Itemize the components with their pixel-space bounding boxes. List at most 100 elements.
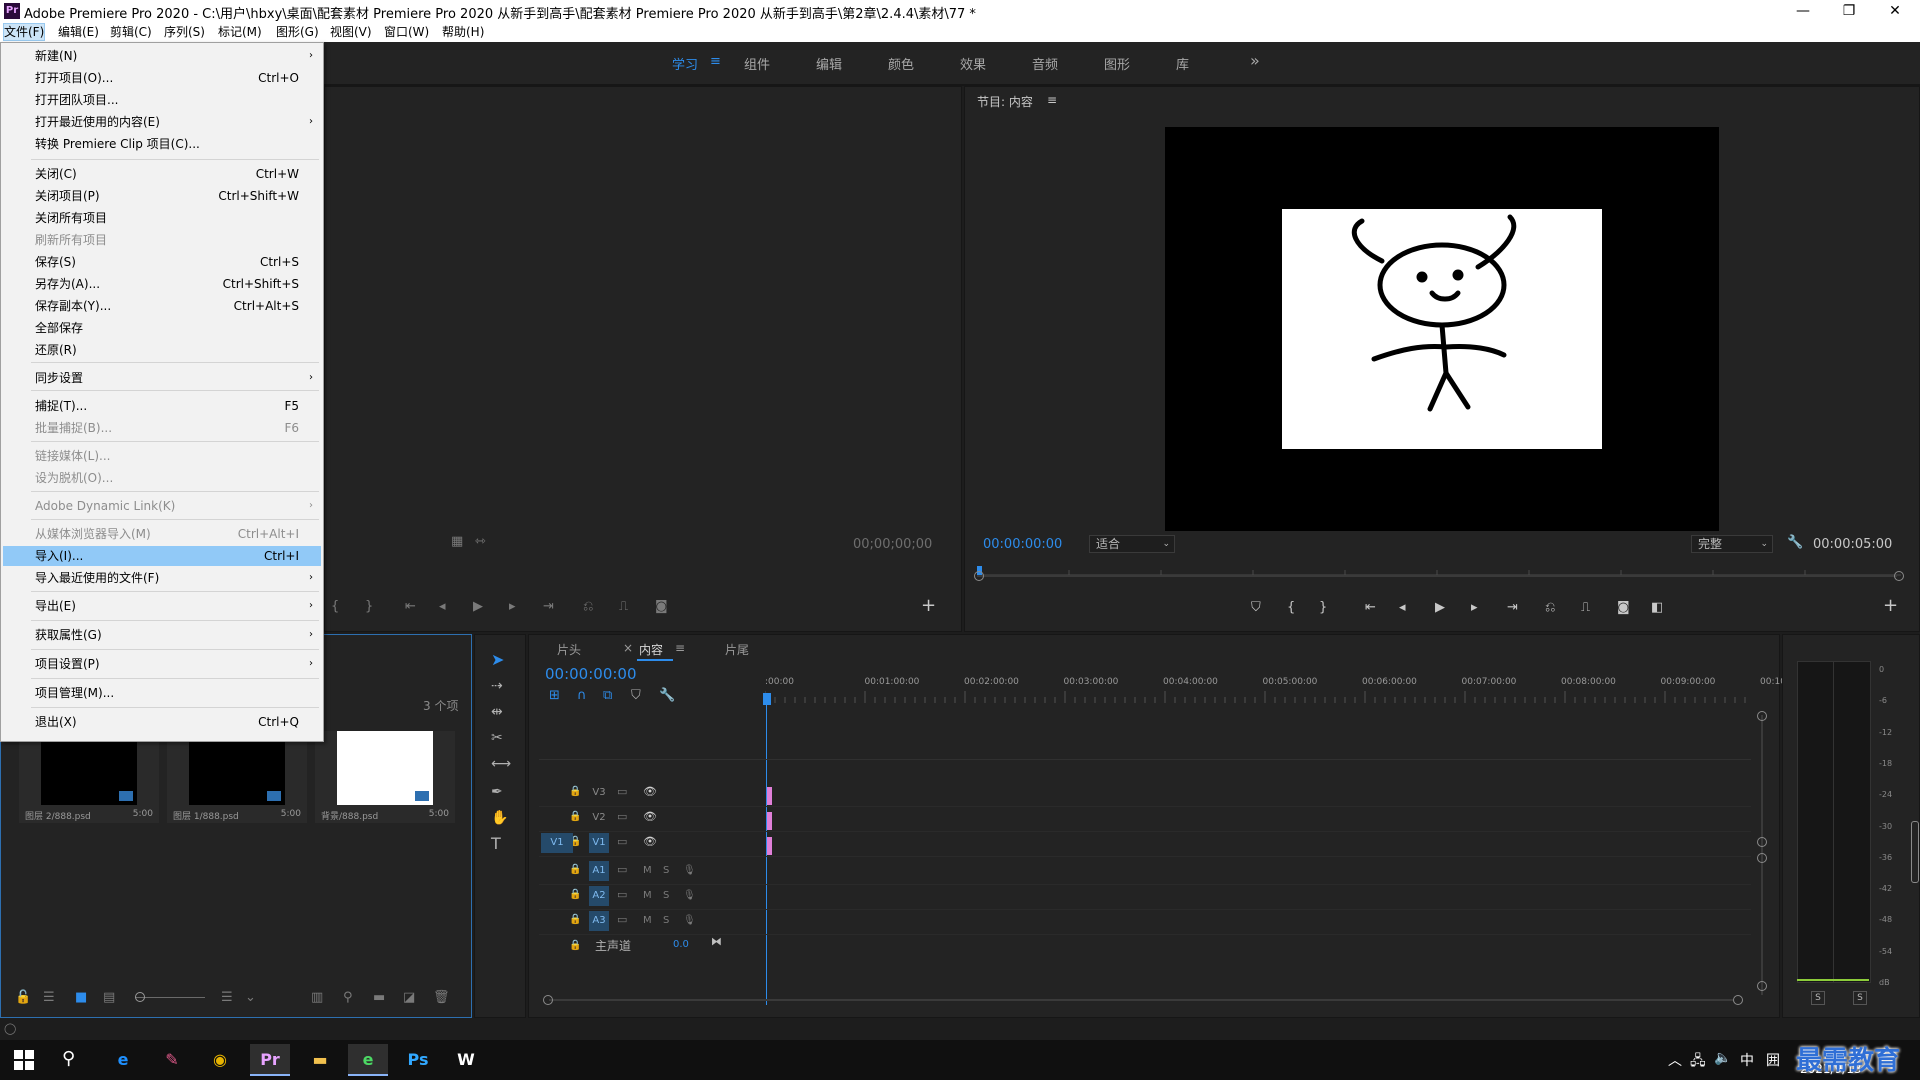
taskbar-app-browser2-icon[interactable]: e — [348, 1044, 388, 1076]
chevron-down-icon[interactable]: ⌄ — [245, 991, 256, 1005]
zoom-slider[interactable] — [135, 997, 205, 998]
extract-icon[interactable]: ⎍ — [1581, 601, 1590, 615]
trash-icon[interactable]: 🗑 — [433, 991, 450, 1005]
taskbar-app-word-icon[interactable]: W — [446, 1044, 486, 1076]
timeline-horizontal-scrollbar[interactable] — [549, 999, 1733, 1001]
file-menu-item-21[interactable]: 导入(I)... Ctrl+I — [3, 546, 321, 566]
microphone-icon[interactable]: 🎙 — [683, 889, 696, 903]
search-icon[interactable]: ⚲ — [62, 1048, 75, 1069]
eye-icon[interactable]: 👁 — [643, 810, 657, 824]
solo-button[interactable]: S — [663, 889, 669, 903]
sync-lock-icon[interactable]: ▭ — [617, 785, 627, 799]
mute-button[interactable]: M — [643, 914, 652, 928]
microphone-icon[interactable]: 🎙 — [683, 864, 696, 878]
go-to-end-icon[interactable]: ⧓ — [711, 935, 722, 949]
taskbar-app-paint-icon[interactable]: ✎ — [152, 1044, 192, 1076]
file-menu-item-10[interactable]: 另存为(A)... Ctrl+Shift+S — [3, 274, 321, 294]
track-target-V1[interactable]: V1 — [589, 833, 609, 853]
nest-icon[interactable]: ⊞ — [549, 689, 560, 703]
go-to-out-icon[interactable]: ⇥ — [1507, 601, 1518, 615]
mark-in-icon[interactable]: { — [1287, 601, 1295, 615]
meter-solo-button[interactable]: S — [1853, 991, 1867, 1005]
fit-dropdown[interactable]: 适合 ⌄ — [1089, 535, 1175, 553]
windows-start-icon[interactable] — [14, 1050, 34, 1070]
source-patch-V1[interactable]: V1 — [541, 833, 573, 853]
panel-menu-icon[interactable]: ≡ — [1047, 93, 1057, 107]
workspace-tab-2[interactable]: 编辑 — [816, 54, 842, 73]
program-timecode[interactable]: 00:00:00:00 — [983, 537, 1062, 552]
type-tool-icon[interactable]: T — [491, 836, 501, 852]
insert-clip-icon[interactable]: ⎌ — [583, 600, 593, 614]
play-icon[interactable]: ▶ — [1435, 601, 1445, 615]
menu-1[interactable]: 编辑(E) — [58, 24, 99, 40]
step-forward-icon[interactable]: ▸ — [509, 600, 516, 614]
sort-icon[interactable]: ☰ — [221, 991, 233, 1005]
quality-dropdown[interactable]: 完整 ⌄ — [1691, 535, 1773, 553]
file-menu-item-26[interactable]: 项目管理(M)... — [3, 683, 321, 703]
sync-lock-icon[interactable]: ▭ — [617, 835, 627, 849]
taskbar-app-explorer-icon[interactable]: ▬ — [300, 1044, 340, 1076]
clip-segment[interactable] — [767, 837, 772, 855]
scroll-handle-left[interactable] — [543, 995, 553, 1005]
ripple-edit-tool-icon[interactable]: ⇹ — [491, 705, 503, 719]
timeline-ruler[interactable]: :00:00 00:01:00:00 00:02:00:00 00:03:00:00 0… — [765, 677, 1786, 703]
menu-3[interactable]: 序列(S) — [164, 24, 205, 40]
scroll-handle-right[interactable] — [1733, 995, 1743, 1005]
slip-tool-icon[interactable]: ⟷ — [491, 757, 511, 771]
lock-icon[interactable]: 🔒 — [569, 863, 581, 877]
file-menu-item-12[interactable]: 全部保存 — [3, 318, 321, 338]
add-button-icon[interactable]: + — [921, 597, 936, 615]
new-item-icon[interactable]: ◪ — [403, 991, 415, 1005]
timeline-tab-2[interactable]: 片尾 — [725, 641, 749, 658]
meter-solo-button[interactable]: S — [1811, 991, 1825, 1005]
track-target-V3[interactable]: V3 — [589, 783, 609, 803]
file-menu-item-14[interactable]: 同步设置 › — [3, 368, 321, 388]
lock-icon[interactable]: 🔒 — [569, 785, 581, 799]
go-to-in-icon[interactable]: ⇤ — [1365, 601, 1376, 615]
microphone-icon[interactable]: 🎙 — [683, 914, 696, 928]
scroll-handle-right[interactable] — [1894, 571, 1904, 581]
go-to-in-icon[interactable]: ⇤ — [405, 600, 416, 614]
clip-segment[interactable] — [767, 787, 772, 805]
overwrite-clip-icon[interactable]: ⎍ — [619, 600, 628, 614]
freeform-view-icon[interactable]: ▤ — [103, 991, 115, 1005]
close-button[interactable]: ✕ — [1872, 0, 1918, 22]
taskbar-app-photoshop-icon[interactable]: Ps — [398, 1044, 438, 1076]
mark-out-icon[interactable]: } — [365, 600, 373, 614]
ime-indicator[interactable]: 中 — [1740, 1050, 1754, 1070]
sync-lock-icon[interactable]: ▭ — [617, 888, 627, 902]
file-menu-item-9[interactable]: 保存(S) Ctrl+S — [3, 252, 321, 272]
volume-icon[interactable]: 🔈 — [1714, 1050, 1731, 1066]
workspace-tab-3[interactable]: 颜色 — [888, 54, 914, 73]
file-menu-item-4[interactable]: 转换 Premiere Clip 项目(C)... — [3, 134, 321, 154]
lock-icon[interactable]: 🔒 — [569, 810, 581, 824]
workspace-tab-4[interactable]: 效果 — [960, 54, 986, 73]
workspace-tab-0[interactable]: 学习 — [672, 54, 698, 73]
track-select-tool-icon[interactable]: ⇢ — [491, 679, 503, 693]
solo-button[interactable]: S — [663, 864, 669, 878]
sync-lock-icon[interactable]: ▭ — [617, 863, 627, 877]
pen-tool-icon[interactable]: ✒ — [491, 785, 503, 799]
timeline-timecode[interactable]: 00:00:00:00 — [545, 665, 637, 683]
menu-0[interactable]: 文件(F) — [2, 23, 46, 41]
file-menu-item-15[interactable]: 捕捉(T)... F5 — [3, 396, 321, 416]
menu-4[interactable]: 标记(M) — [218, 24, 262, 40]
project-item[interactable]: 背景/888.psd 5:00 — [315, 731, 455, 823]
linked-selection-icon[interactable]: ⧉ — [603, 689, 612, 703]
mute-button[interactable]: M — [643, 889, 652, 903]
tray-chevron-up-icon[interactable]: ︿ — [1668, 1050, 1682, 1070]
ime-mode-indicator[interactable]: 囲 — [1766, 1050, 1780, 1070]
workspace-more-icon[interactable]: » — [1250, 51, 1260, 70]
go-to-out-icon[interactable]: ⇥ — [543, 600, 554, 614]
panel-menu-icon[interactable]: ≡ — [675, 641, 685, 655]
sync-lock-icon[interactable]: ▭ — [617, 810, 627, 824]
menu-8[interactable]: 帮助(H) — [442, 24, 484, 40]
workspace-tab-7[interactable]: 库 — [1176, 54, 1189, 73]
network-icon[interactable]: 🖧 — [1690, 1050, 1706, 1074]
menu-6[interactable]: 视图(V) — [330, 24, 372, 40]
step-back-icon[interactable]: ◂ — [439, 600, 446, 614]
new-bin-icon[interactable]: ▬ — [373, 991, 385, 1005]
list-view-icon[interactable]: ☰ — [43, 991, 55, 1005]
restore-button[interactable]: ❐ — [1826, 0, 1872, 22]
lock-icon[interactable]: 🔒 — [569, 939, 581, 953]
